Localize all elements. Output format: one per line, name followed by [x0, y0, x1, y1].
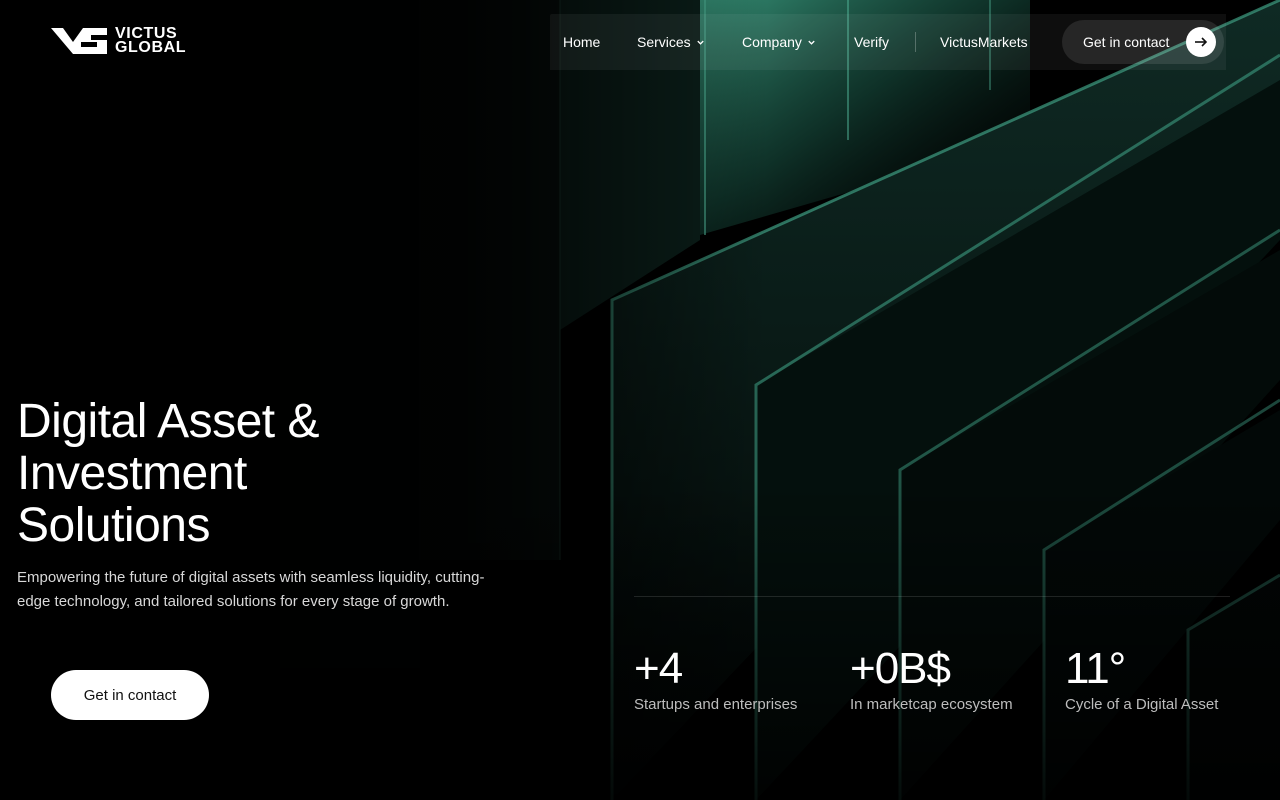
stats-divider	[634, 596, 1230, 597]
stat-value: +0B$	[850, 644, 951, 693]
hero-contact-button[interactable]: Get in contact	[51, 670, 209, 720]
chevron-down-icon	[808, 40, 815, 45]
nav-victusmarkets[interactable]: VictusMarkets	[940, 14, 1028, 70]
stat-value: 11°	[1065, 644, 1126, 693]
hero-title-line3: Solutions	[17, 499, 210, 552]
hero-subtitle: Empowering the future of digital assets …	[17, 569, 485, 610]
stat-startups: +4 Startups and enterprises	[634, 644, 797, 713]
nav-victusmarkets-label: VictusMarkets	[940, 34, 1028, 50]
brand-name: VICTUS GLOBAL	[115, 26, 187, 56]
nav-home[interactable]: Home	[563, 14, 600, 70]
brand-line2: GLOBAL	[115, 39, 187, 56]
stat-cycle: 11° Cycle of a Digital Asset	[1065, 644, 1218, 713]
nav-company[interactable]: Company	[742, 14, 816, 70]
stat-marketcap: +0B$ In marketcap ecosystem	[850, 644, 1013, 713]
nav-services-label: Services	[637, 34, 691, 50]
brand-logo[interactable]: VICTUS GLOBAL	[51, 26, 186, 56]
stat-label: Startups and enterprises	[634, 696, 798, 713]
nav-services[interactable]: Services	[637, 14, 705, 70]
chevron-down-icon	[697, 40, 704, 45]
hero-title-line2: Investment	[17, 447, 247, 500]
hero-contact-label: Get in contact	[83, 686, 177, 704]
victus-logo-icon	[51, 28, 107, 54]
stat-label: Cycle of a Digital Asset	[1065, 696, 1219, 713]
main-nav: Home Services Company Verify VictusMarke…	[550, 14, 1226, 70]
nav-verify-label: Verify	[854, 34, 890, 50]
hero-title: Digital Asset & Investment Solutions	[17, 396, 537, 552]
nav-divider	[915, 32, 916, 52]
nav-contact-label: Get in contact	[1083, 34, 1170, 50]
nav-company-label: Company	[742, 34, 802, 50]
nav-home-label: Home	[563, 34, 601, 50]
stat-value: +4	[634, 644, 683, 693]
nav-verify[interactable]: Verify	[854, 14, 889, 70]
hero-title-line1: Digital Asset &	[17, 395, 319, 448]
arrow-right-icon	[1186, 27, 1216, 57]
nav-contact-button[interactable]: Get in contact	[1062, 20, 1224, 64]
stat-label: In marketcap ecosystem	[850, 696, 1013, 713]
